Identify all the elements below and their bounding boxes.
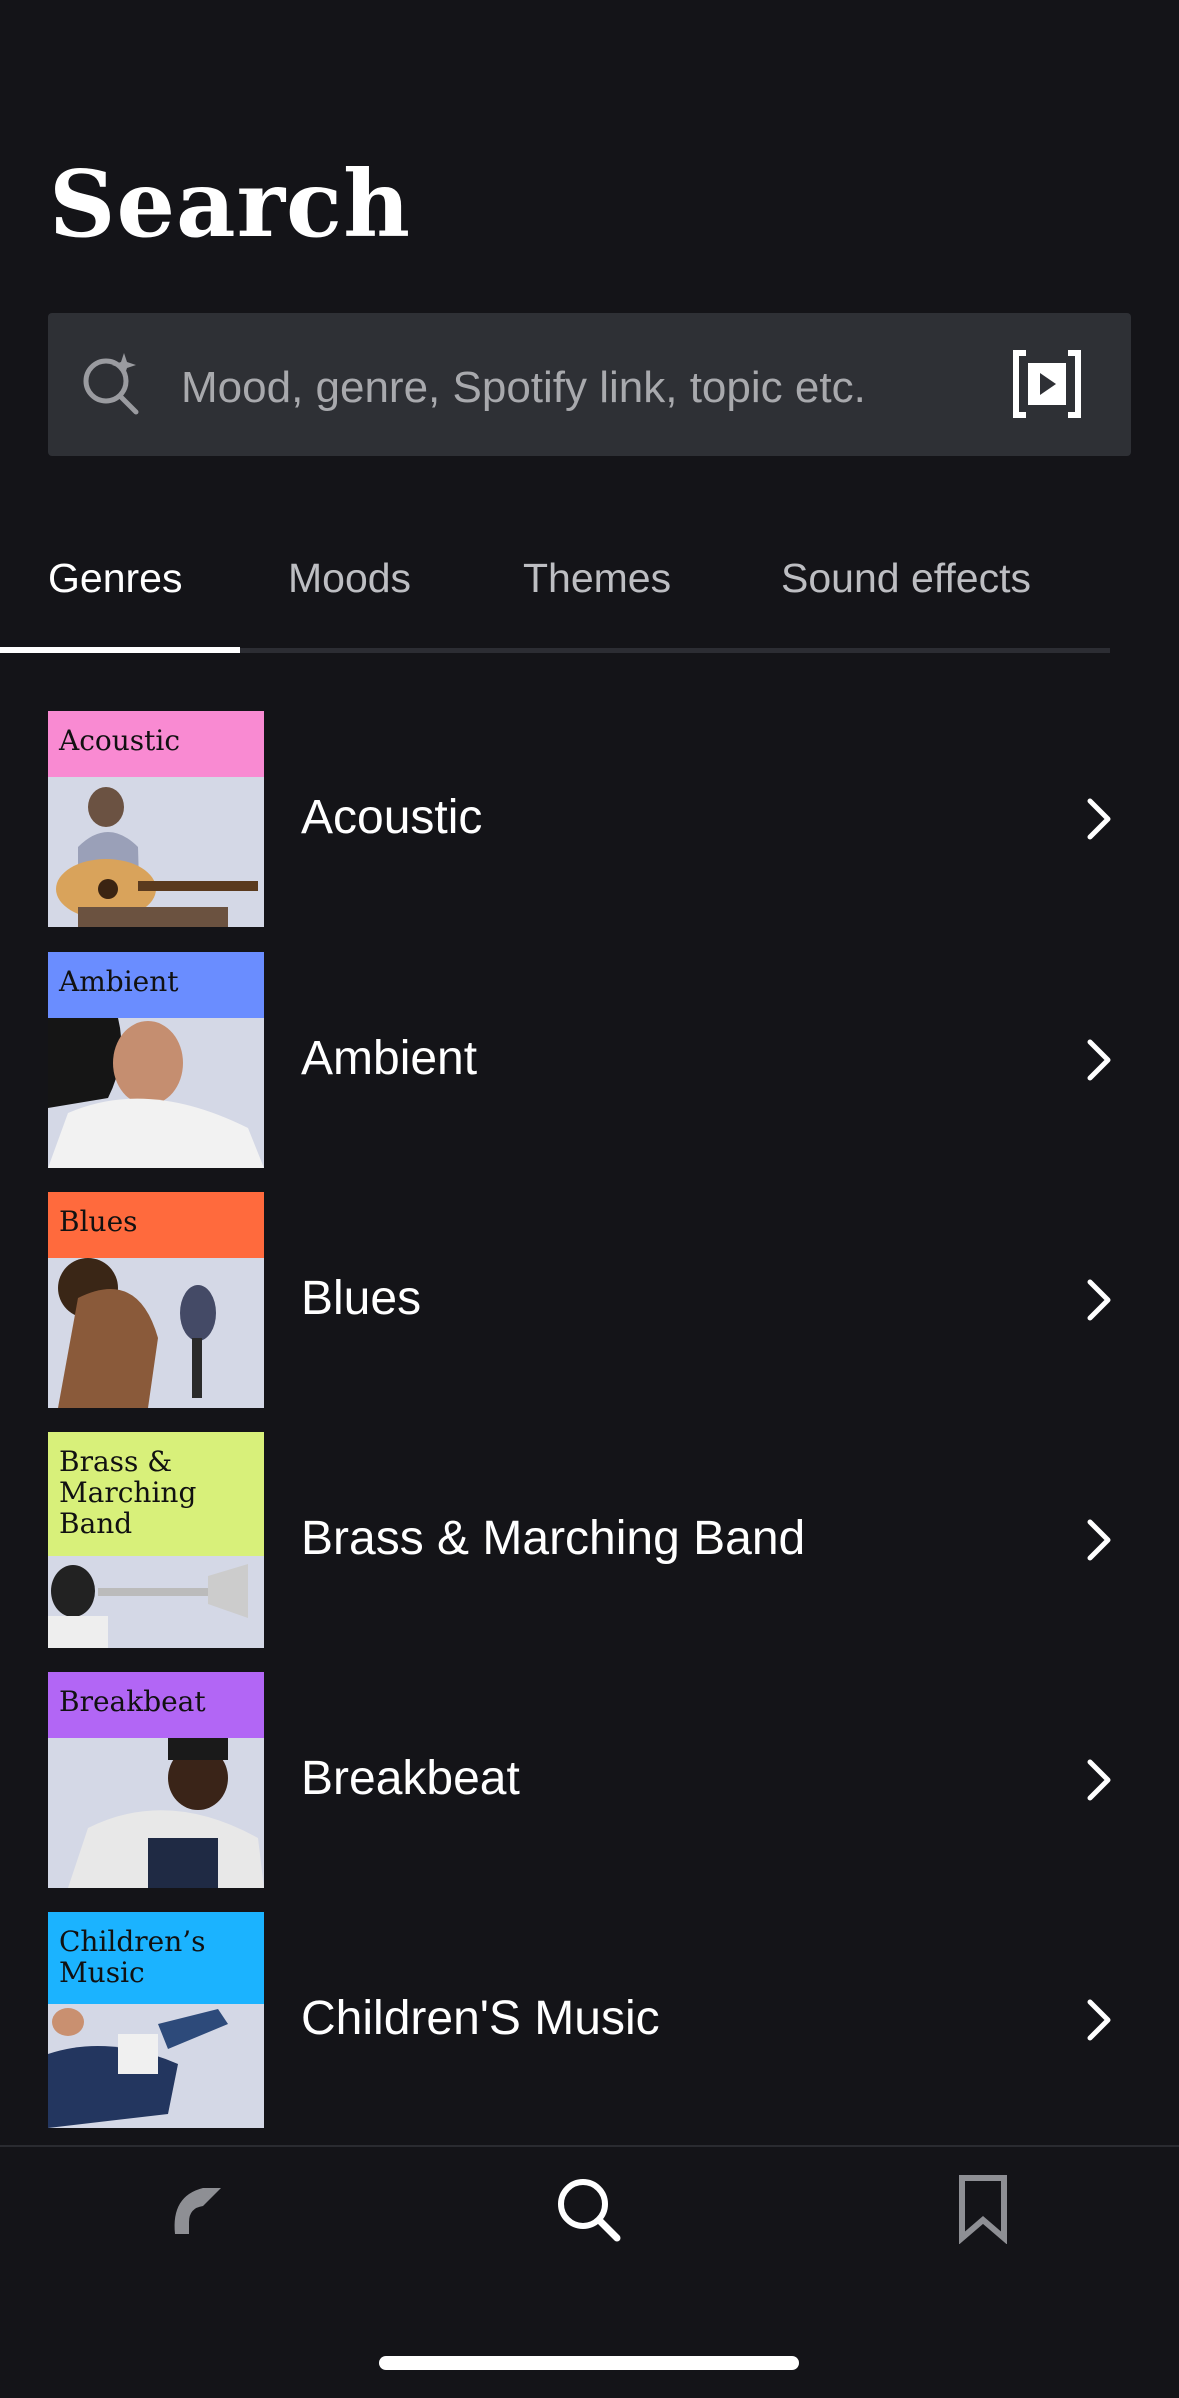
tab-moods[interactable]: Moods <box>288 555 411 602</box>
genre-row-brass-marching-band[interactable]: Brass & Marching Band Brass & Marching B… <box>48 1432 1131 1648</box>
genre-thumbnail: Acoustic <box>48 711 264 927</box>
chevron-right-icon <box>1087 1519 1111 1561</box>
chevron-right-icon <box>1087 1759 1111 1801</box>
thumbnail-title: Ambient <box>48 952 264 1018</box>
search-bar[interactable]: Mood, genre, Spotify link, topic etc. <box>48 313 1131 456</box>
tab-genres[interactable]: Genres <box>48 555 182 602</box>
ambient-portrait-illustration <box>48 1018 264 1168</box>
genre-label: Blues <box>301 1272 422 1325</box>
video-search-icon[interactable] <box>1012 349 1082 419</box>
breakbeat-dancer-illustration <box>68 1738 264 1888</box>
ai-search-icon <box>83 353 139 415</box>
genre-row-blues[interactable]: Blues Blues <box>48 1192 1131 1408</box>
chevron-right-icon <box>1087 1999 1111 2041</box>
genre-thumbnail: Blues <box>48 1192 264 1408</box>
tab-themes[interactable]: Themes <box>523 555 671 602</box>
thumbnail-title: Acoustic <box>48 711 264 777</box>
category-tabs: Genres Moods Themes Sound effects <box>0 545 1110 653</box>
genre-row-breakbeat[interactable]: Breakbeat Breakbeat <box>48 1672 1131 1888</box>
genre-label: Brass & Marching Band <box>301 1512 806 1565</box>
blues-singer-illustration <box>58 1258 216 1408</box>
acoustic-guitar-illustration <box>56 787 258 927</box>
chevron-right-icon <box>1087 1279 1111 1321</box>
genre-thumbnail: Breakbeat <box>48 1672 264 1888</box>
jumping-child-illustration <box>48 2008 228 2128</box>
thumbnail-title: Breakbeat <box>48 1672 264 1738</box>
genre-label: Ambient <box>301 1032 478 1085</box>
discover-icon[interactable] <box>163 2174 233 2244</box>
genre-label: Children'S Music <box>301 1992 660 2045</box>
genre-thumbnail: Ambient <box>48 952 264 1168</box>
page-title: Search <box>49 150 411 258</box>
search-input[interactable]: Mood, genre, Spotify link, topic etc. <box>181 363 866 413</box>
chevron-right-icon <box>1087 1039 1111 1081</box>
search-icon[interactable] <box>553 2174 623 2244</box>
genre-row-childrens-music[interactable]: Children’s Music Children'S Music <box>48 1912 1131 2128</box>
tab-active-indicator <box>0 647 240 653</box>
thumbnail-title: Children’s Music <box>48 1912 264 2004</box>
trumpet-player-illustration <box>48 1564 248 1648</box>
genre-thumbnail: Children’s Music <box>48 1912 264 2128</box>
chevron-right-icon <box>1087 798 1111 840</box>
thumbnail-title: Blues <box>48 1192 264 1258</box>
home-indicator <box>379 2356 799 2370</box>
genre-row-ambient[interactable]: Ambient Ambient <box>48 952 1131 1168</box>
tab-sound-effects[interactable]: Sound effects <box>781 555 1031 602</box>
genre-row-acoustic[interactable]: Acoustic Acoustic <box>48 711 1131 927</box>
genre-label: Acoustic <box>301 791 483 844</box>
thumbnail-title: Brass & Marching Band <box>48 1432 264 1556</box>
bookmark-icon[interactable] <box>948 2174 1018 2244</box>
genre-thumbnail: Brass & Marching Band <box>48 1432 264 1648</box>
genre-label: Breakbeat <box>301 1752 520 1805</box>
